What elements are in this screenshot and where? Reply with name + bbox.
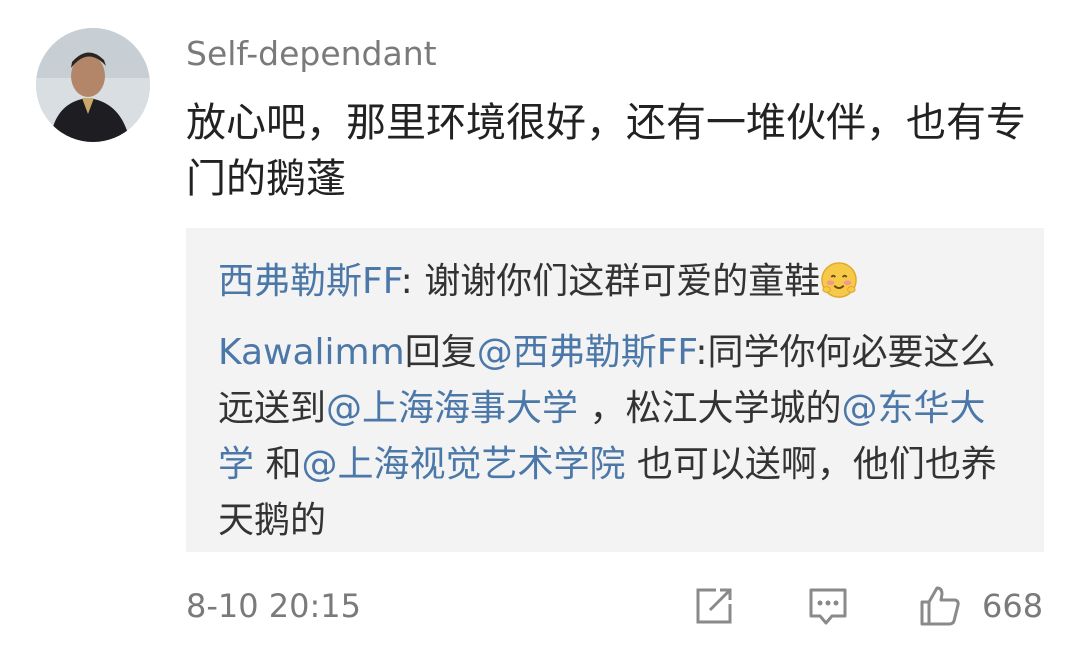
avatar-image: [36, 28, 150, 142]
reply-author-link[interactable]: Kawalimm: [218, 332, 405, 373]
reply-text: 谢谢你们这群可爱的童鞋: [424, 261, 821, 302]
reply-text: ，松江大学城的: [578, 388, 842, 429]
blush-emoji-icon: [820, 261, 858, 299]
reply-word: 回复: [404, 332, 477, 373]
mention-link[interactable]: @上海视觉艺术学院: [301, 444, 625, 485]
comment-username[interactable]: Self-dependant: [186, 32, 437, 76]
timestamp: 8-10 20:15: [186, 587, 362, 625]
mention-link[interactable]: @西弗勒斯FF: [477, 332, 696, 373]
mention-link[interactable]: @上海海事大学: [326, 388, 578, 429]
like-count: 668: [982, 587, 1044, 625]
comment-text: 放心吧，那里环境很好，还有一堆伙伴，也有专门的鹅蓬: [186, 100, 1026, 202]
reply-item: 西弗勒斯FF: 谢谢你们这群可爱的童鞋: [218, 258, 1018, 306]
share-icon[interactable]: [692, 584, 736, 628]
reply-text: 和: [254, 444, 302, 485]
reply-item: Kawalimm回复@西弗勒斯FF:同学你何必要这么远送到@上海海事大学 ，松江…: [218, 325, 1018, 549]
like-icon[interactable]: [918, 584, 962, 628]
comment-icon[interactable]: [806, 584, 850, 628]
reply-author-link[interactable]: 西弗勒斯FF: [218, 261, 401, 302]
reply-box[interactable]: 西弗勒斯FF: 谢谢你们这群可爱的童鞋 Kawalimm回复@西弗勒斯FF:同学…: [186, 228, 1044, 552]
reply-separator: :: [400, 261, 425, 302]
avatar[interactable]: [36, 28, 150, 142]
